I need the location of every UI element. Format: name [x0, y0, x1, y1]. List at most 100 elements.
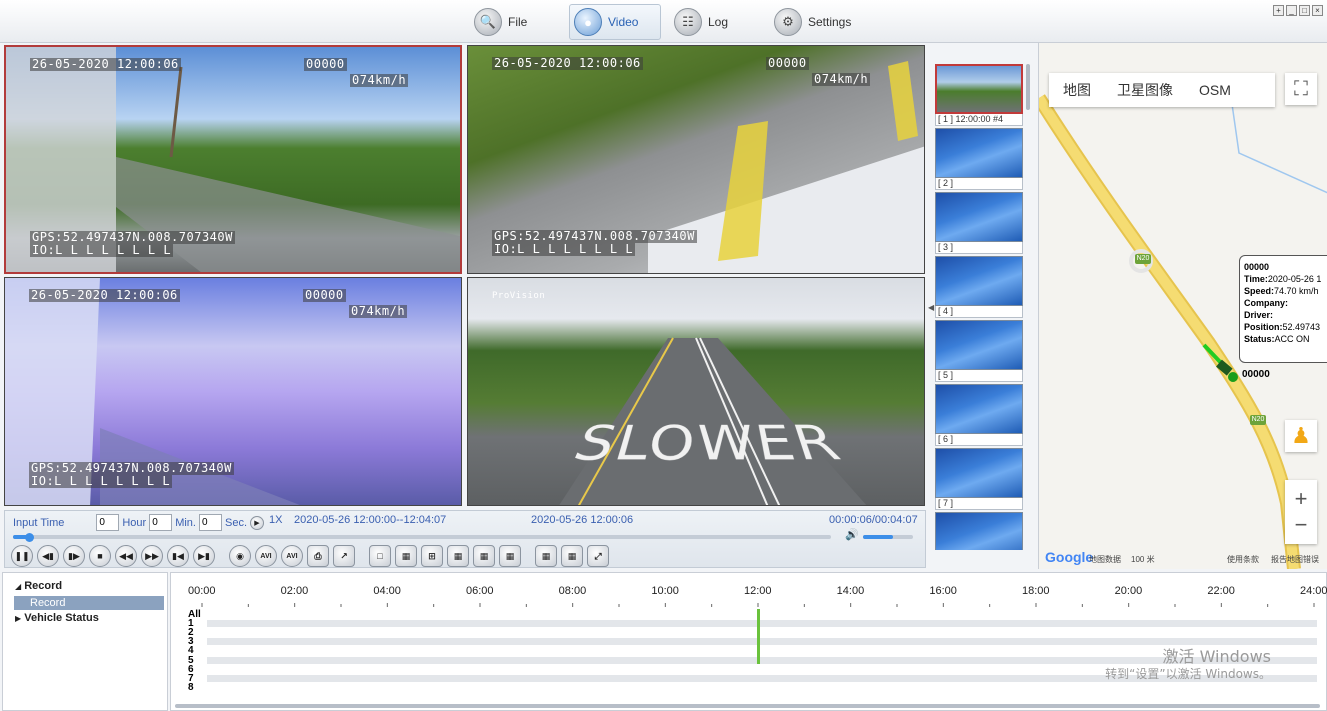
layout-2-icon[interactable]: ▦ [395, 545, 417, 567]
layout-6-icon[interactable]: ▦ [447, 545, 469, 567]
volume-slider[interactable] [863, 535, 913, 539]
tab-log[interactable]: ☷ Log [670, 4, 738, 40]
progress-slider[interactable] [13, 532, 831, 542]
zoom-out-icon[interactable]: − [1295, 512, 1308, 538]
skip-start-icon[interactable]: ▮◀ [167, 545, 189, 567]
tab-file-label: File [508, 15, 528, 29]
step-back-icon[interactable]: ◀▮ [37, 545, 59, 567]
timeline-scrollbar[interactable] [175, 704, 1320, 708]
map-terms-link[interactable]: 使用条款 [1227, 554, 1259, 565]
windows-watermark-line2: 转到“设置”以激活 Windows。 [1105, 667, 1271, 681]
input-time-label: Input Time [13, 516, 65, 529]
camera-view-2[interactable]: 26-05-2020 12:00:06 00000 074km/h GPS:52… [467, 45, 925, 274]
layout-1-icon[interactable]: □ [369, 545, 391, 567]
tree-node-vehicle-status[interactable]: ▶ Vehicle Status [15, 612, 99, 624]
timeline-row-bar[interactable] [207, 620, 1317, 628]
map-data-link[interactable]: 地图数据 [1089, 554, 1121, 565]
progress-knob[interactable] [25, 532, 35, 542]
map-fullscreen-icon[interactable]: ⛶ [1285, 73, 1317, 105]
fullscreen-icon[interactable]: ⤢ [587, 545, 609, 567]
avi-export-icon[interactable]: AVI [255, 545, 277, 567]
thumbnail-channel-7[interactable]: [ 7 ] [935, 448, 1023, 510]
map-tab-osm[interactable]: OSM [1199, 82, 1231, 98]
close-icon[interactable]: × [1312, 5, 1323, 16]
layout-25-icon[interactable]: ▦ [561, 545, 583, 567]
volume-fill [863, 535, 893, 539]
snapshot-icon[interactable]: ◉ [229, 545, 251, 567]
minute-input[interactable] [149, 514, 173, 531]
second-input[interactable] [198, 514, 222, 531]
layout-16-icon[interactable]: ▦ [535, 545, 557, 567]
tab-settings-label: Settings [808, 15, 852, 29]
cam3-io: IO:L L L L L L L L [29, 474, 173, 488]
thumbnail-channel-3[interactable]: [ 3 ] [935, 192, 1023, 254]
print-icon[interactable]: ⎙ [307, 545, 329, 567]
hour-input[interactable] [96, 514, 120, 531]
map-report-link[interactable]: 报告地图错误 [1271, 554, 1319, 565]
thumbnail-channel-4[interactable]: [ 4 ] [935, 256, 1023, 318]
thumbnail-channel-8[interactable] [935, 512, 1023, 550]
pause-icon[interactable]: ❚❚ [11, 545, 33, 567]
info-time: 2020-05-26 1 [1267, 274, 1322, 284]
thumbnail-image [935, 128, 1023, 178]
thumbnail-label: [ 3 ] [935, 242, 1023, 254]
go-to-time-button[interactable]: ▶ [250, 515, 264, 530]
magnifier-icon: 🔍 [474, 8, 502, 36]
expanded-triangle-icon: ◢ [15, 582, 22, 591]
timeline-row-label: 8 [188, 681, 194, 693]
fast-forward-icon[interactable]: ▶▶ [141, 545, 163, 567]
cam3-date: 26-05-2020 12:00:06 [29, 288, 180, 302]
info-time-label: Time: [1244, 274, 1268, 284]
tab-video[interactable]: ● Video [569, 4, 661, 40]
collapsed-triangle-icon: ▶ [15, 614, 22, 623]
road-badge: N20 [1250, 415, 1266, 425]
info-status-label: Status: [1244, 334, 1275, 344]
layout-4-icon[interactable]: ⊞ [421, 545, 443, 567]
layout-8-icon[interactable]: ▦ [473, 545, 495, 567]
pin-icon[interactable]: + [1273, 5, 1284, 16]
thumbnail-image [935, 64, 1023, 114]
vehicle-map-label: 00000 [1242, 369, 1270, 380]
thumbnail-label: [ 1 ] 12:00:00 #4 [935, 114, 1023, 126]
avi-batch-export-icon[interactable]: AVI [281, 545, 303, 567]
thumbnail-image [935, 192, 1023, 242]
tab-file[interactable]: 🔍 File [470, 4, 537, 40]
cam1-id: 00000 [304, 57, 347, 71]
street-view-pegman-icon[interactable]: ♟ [1285, 420, 1317, 452]
volume-icon[interactable]: 🔊 [845, 528, 859, 541]
camera-view-1[interactable]: 26-05-2020 12:00:06 00000 074km/h GPS:52… [4, 45, 462, 274]
thumbnail-channel-2[interactable]: [ 2 ] [935, 128, 1023, 190]
chart-icon[interactable]: ↗ [333, 545, 355, 567]
camera-view-4[interactable]: ProVision SLOWER [467, 277, 925, 506]
skip-end-icon[interactable]: ▶▮ [193, 545, 215, 567]
camera-view-3[interactable]: 26-05-2020 12:00:06 00000 074km/h GPS:52… [4, 277, 462, 506]
control-buttons: ❚❚ ◀▮ ▮▶ ■ ◀◀ ▶▶ ▮◀ ▶▮ ◉ AVI AVI ⎙ ↗ □ ▦… [11, 545, 609, 567]
record-timeline[interactable]: 00:00 02:00 04:00 06:00 08:00 10:00 12:00 14:00… [170, 572, 1327, 711]
timeline-row-bar[interactable] [207, 638, 1317, 646]
thumbnail-label: [ 2 ] [935, 178, 1023, 190]
record-tree: ◢ Record Record ▶ Vehicle Status [2, 572, 168, 711]
tree-node-record[interactable]: ◢ Record [15, 580, 62, 592]
zoom-in-icon[interactable]: + [1295, 486, 1308, 512]
minimize-icon[interactable]: _ [1286, 5, 1297, 16]
road-badge: N20 [1135, 254, 1151, 264]
map-tab-map[interactable]: 地图 [1063, 80, 1091, 100]
play-icon[interactable]: ▮▶ [63, 545, 85, 567]
thumbnail-channel-5[interactable]: [ 5 ] [935, 320, 1023, 382]
timeline-hour-label: 22:00 [1207, 585, 1235, 597]
thumbnail-scrollbar[interactable] [1026, 64, 1030, 110]
info-company-label: Company: [1244, 298, 1289, 308]
timeline-row-bar[interactable] [207, 656, 1317, 664]
map-tab-satellite[interactable]: 卫星图像 [1117, 80, 1173, 100]
tree-node-record-child[interactable]: Record [14, 596, 164, 610]
tab-settings[interactable]: ⚙ Settings [770, 4, 861, 40]
map-panel[interactable]: 地图 卫星图像 OSM ⛶ N20 N20 00000 Time:2020-05… [1038, 43, 1327, 569]
maximize-icon[interactable]: □ [1299, 5, 1310, 16]
input-time-row: Input Time Hour Min. Sec. ▶ [13, 514, 264, 531]
timeline-hour-label: 02:00 [280, 585, 309, 597]
thumbnail-channel-1[interactable]: [ 1 ] 12:00:00 #4 [935, 64, 1023, 126]
thumbnail-channel-6[interactable]: [ 6 ] [935, 384, 1023, 446]
stop-icon[interactable]: ■ [89, 545, 111, 567]
layout-9-icon[interactable]: ▦ [499, 545, 521, 567]
rewind-icon[interactable]: ◀◀ [115, 545, 137, 567]
